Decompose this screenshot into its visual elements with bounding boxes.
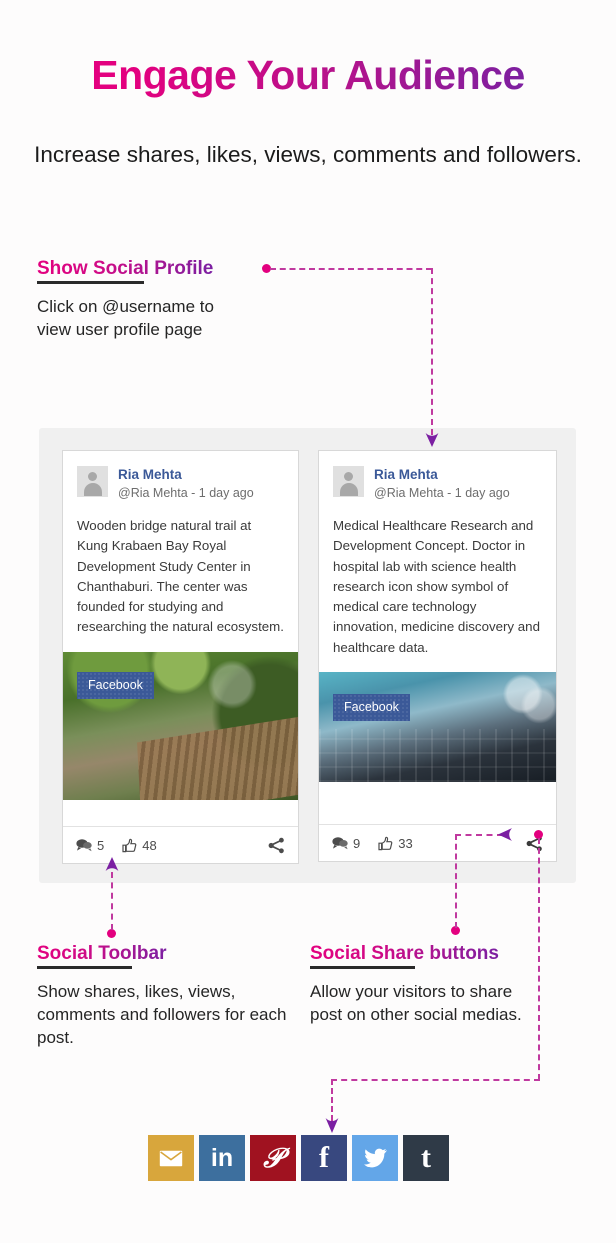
callout-show-social-profile: Show Social Profile Click on @username t… [37, 258, 252, 341]
post-author-name[interactable]: Ria Mehta [118, 467, 254, 483]
comment-count: 5 [97, 837, 105, 853]
connector-line-toolbar-v [111, 872, 113, 930]
post-text: Wooden bridge natural trail at Kung Krab… [77, 518, 284, 635]
avatar [333, 466, 364, 497]
comments-icon [332, 836, 348, 850]
post-card[interactable]: Ria Mehta @Ria Mehta - 1 day ago Medical… [318, 450, 557, 862]
callout-body: Allow your visitors to share post on oth… [310, 982, 522, 1024]
facebook-icon: f [319, 1141, 329, 1174]
post-username-timestamp[interactable]: @Ria Mehta - 1 day ago [374, 485, 510, 502]
post-identity: Ria Mehta @Ria Mehta - 1 day ago [374, 466, 510, 502]
pinterest-icon: 𝒫 [263, 1142, 283, 1173]
share-button-twitter[interactable] [352, 1135, 398, 1181]
medical-technology-photo [319, 672, 556, 783]
share-icon[interactable] [268, 837, 285, 854]
social-share-button-row: in 𝒫 f t [148, 1135, 449, 1181]
callout-social-toolbar: Social Toolbar Show shares, likes, views… [37, 943, 287, 1049]
share-button-pinterest[interactable]: 𝒫 [250, 1135, 296, 1181]
connector-arrow-profile [423, 428, 441, 448]
share-button-facebook[interactable]: f [301, 1135, 347, 1181]
like-count: 48 [142, 837, 157, 853]
social-toolbar: 5 48 [63, 826, 298, 863]
avatar [77, 466, 108, 497]
page-title: Engage Your Audience [0, 52, 616, 99]
connector-line-fb-v1 [538, 838, 540, 1080]
network-badge: Facebook [333, 694, 410, 722]
connector-line-share-v [455, 834, 457, 928]
linkedin-icon: in [210, 1143, 234, 1172]
social-toolbar: 9 33 [319, 824, 556, 861]
thumbs-up-icon [378, 836, 393, 851]
connector-dot-toolbar [107, 929, 116, 938]
infographic-canvas: Engage Your Audience Increase shares, li… [0, 0, 616, 1243]
network-badge: Facebook [77, 671, 154, 699]
comment-count: 9 [353, 835, 361, 851]
share-button-email[interactable] [148, 1135, 194, 1181]
email-icon [159, 1150, 183, 1166]
post-username-timestamp[interactable]: @Ria Mehta - 1 day ago [118, 485, 254, 502]
callout-body: Click on @username to view user profile … [37, 297, 214, 339]
comment-stat[interactable]: 9 [332, 836, 360, 851]
callout-body: Show shares, likes, views, comments and … [37, 982, 287, 1047]
callout-underline [37, 281, 144, 284]
post-header: Ria Mehta @Ria Mehta - 1 day ago [319, 451, 556, 502]
post-image[interactable]: Facebook [319, 672, 556, 783]
like-stat[interactable]: 48 [122, 837, 157, 853]
connector-line-share-h [455, 834, 503, 836]
post-text: Medical Healthcare Research and Developm… [333, 518, 540, 655]
connector-arrow-share [497, 826, 519, 843]
callout-social-share-buttons: Social Share buttons Allow your visitors… [310, 943, 525, 1026]
callout-underline [37, 966, 132, 969]
thumbs-up-icon [122, 838, 137, 853]
post-image[interactable]: Facebook [63, 651, 298, 800]
callout-title: Show Social Profile [37, 258, 214, 279]
post-author-name[interactable]: Ria Mehta [374, 467, 510, 483]
like-count: 33 [398, 835, 413, 851]
post-card[interactable]: Ria Mehta @Ria Mehta - 1 day ago Wooden … [62, 450, 299, 864]
callout-title: Social Share buttons [310, 943, 499, 964]
post-header: Ria Mehta @Ria Mehta - 1 day ago [63, 451, 298, 502]
comments-icon [76, 838, 92, 852]
page-subtitle: Increase shares, likes, views, comments … [34, 142, 582, 167]
callout-title: Social Toolbar [37, 943, 167, 964]
connector-arrow-facebook [323, 1112, 341, 1134]
connector-line-profile-h [270, 268, 432, 270]
tumblr-icon: t [421, 1141, 431, 1174]
social-feed-container: Ria Mehta @Ria Mehta - 1 day ago Wooden … [39, 428, 576, 883]
callout-underline [310, 966, 415, 969]
connector-line-fb-h [331, 1079, 540, 1081]
like-stat[interactable]: 33 [378, 835, 413, 851]
post-identity: Ria Mehta @Ria Mehta - 1 day ago [118, 466, 254, 502]
connector-line-profile-v [431, 268, 433, 435]
comment-stat[interactable]: 5 [76, 838, 104, 853]
share-button-linkedin[interactable]: in [199, 1135, 245, 1181]
share-button-tumblr[interactable]: t [403, 1135, 449, 1181]
connector-arrow-toolbar [103, 856, 121, 876]
twitter-icon [364, 1148, 387, 1168]
